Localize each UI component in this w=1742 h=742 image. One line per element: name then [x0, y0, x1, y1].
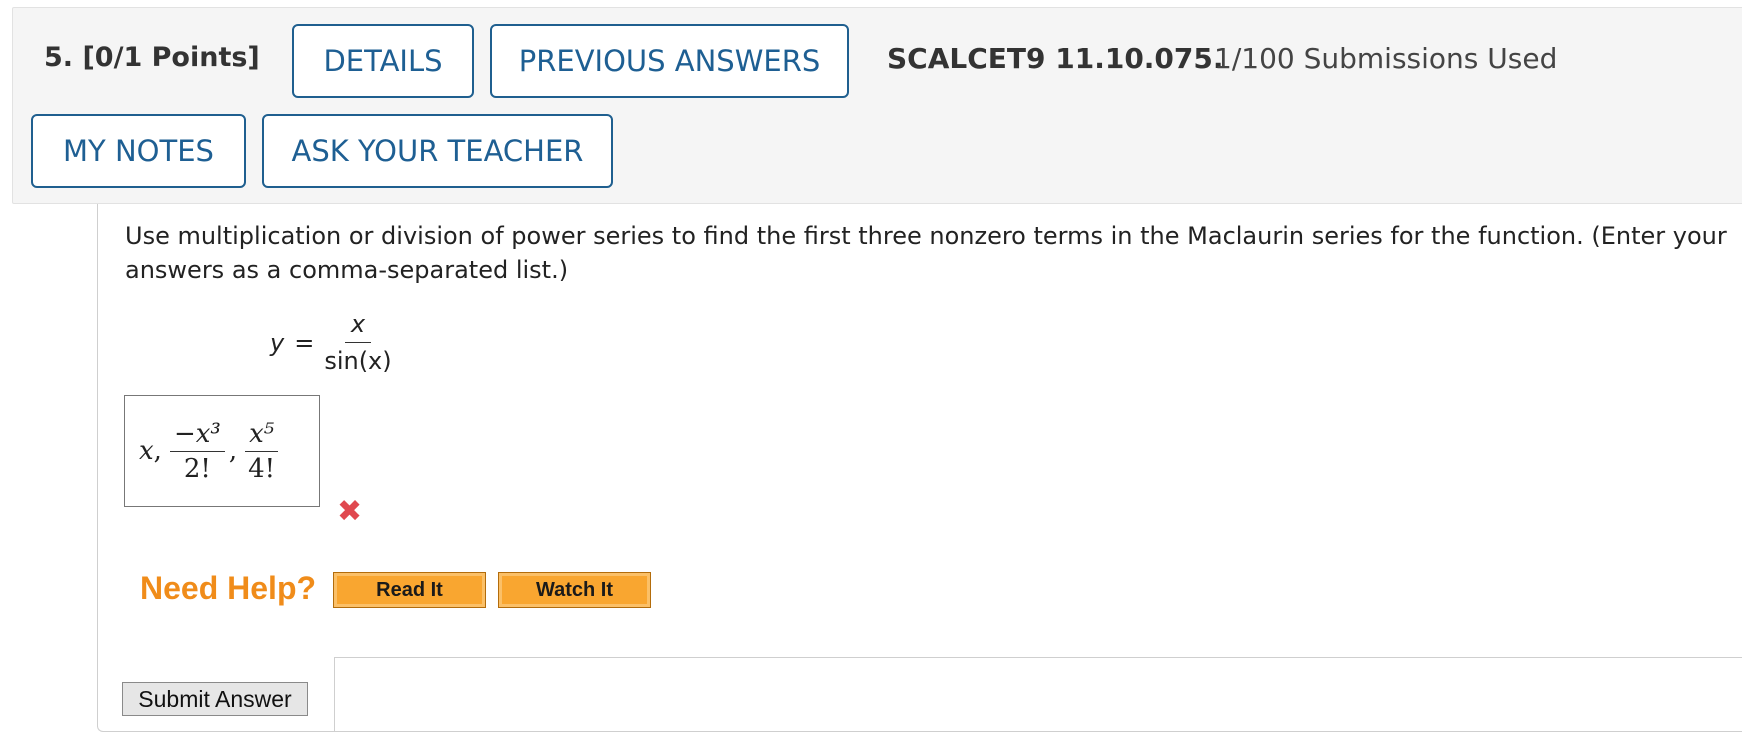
answer-term-2-numerator: −x³	[169, 419, 225, 452]
answer-separator: ,	[228, 436, 238, 466]
function-equation: y = x sin(x)	[270, 310, 392, 375]
incorrect-icon: ✖	[337, 494, 363, 529]
answer-term-1: x	[139, 436, 154, 466]
answer-term-2: −x³ 2!	[169, 419, 225, 484]
equation-lhs: y	[270, 328, 285, 357]
question-id: SCALCET9 11.10.075.	[887, 42, 1224, 75]
need-help-label: Need Help?	[140, 570, 317, 606]
question-prompt: Use multiplication or division of power …	[125, 222, 1727, 284]
ask-your-teacher-button[interactable]: ASK YOUR TEACHER	[262, 114, 613, 188]
equation-denominator: sin(x)	[324, 347, 392, 375]
answer-term-3: x⁵ 4!	[245, 419, 279, 484]
answer-term-3-numerator: x⁵	[245, 419, 279, 452]
equation-fraction: x sin(x)	[324, 310, 391, 375]
previous-answers-button[interactable]: PREVIOUS ANSWERS	[490, 24, 849, 98]
read-it-button[interactable]: Read It	[333, 572, 486, 608]
question-number: 5.	[44, 42, 74, 73]
answer-term-2-denominator: 2!	[183, 453, 211, 484]
watch-it-button[interactable]: Watch It	[498, 572, 651, 608]
details-button[interactable]: DETAILS	[292, 24, 474, 98]
panel-footer-divider	[334, 657, 1742, 732]
answer-input[interactable]: x, −x³ 2! , x⁵ 4!	[124, 395, 320, 507]
equation-numerator: x	[344, 310, 372, 343]
points-label: [0/1 Points]	[82, 42, 260, 73]
submissions-used: 1/100 Submissions Used	[1214, 42, 1558, 75]
equation-equals: =	[294, 328, 315, 357]
my-notes-button[interactable]: MY NOTES	[31, 114, 246, 188]
answer-separator: ,	[153, 436, 162, 466]
submit-answer-button[interactable]: Submit Answer	[122, 682, 308, 716]
question-number-points: 5. [0/1 Points]	[44, 42, 260, 73]
answer-term-3-denominator: 4!	[248, 453, 276, 484]
